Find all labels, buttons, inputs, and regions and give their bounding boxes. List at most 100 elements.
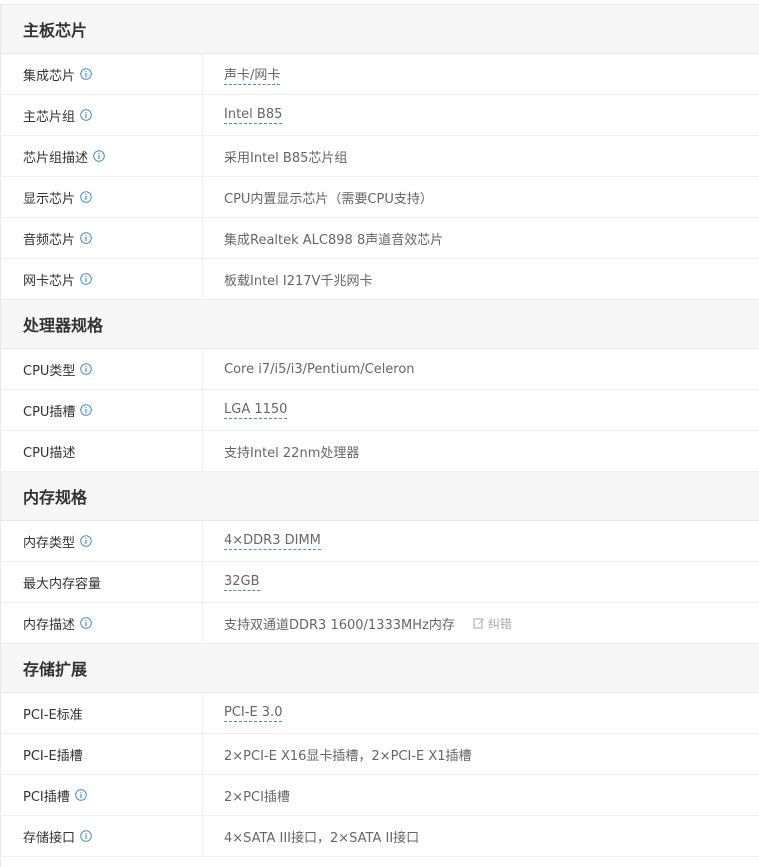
spec-row: CPU描述 支持Intel 22nm处理器	[1, 431, 759, 472]
spec-value-cell: 4×DDR3 DIMM	[203, 521, 759, 561]
spec-label: PCI-E插槽	[23, 748, 83, 764]
spec-label-cell: CPU类型	[1, 349, 203, 389]
spec-row: 内存类型 4×DDR3 DIMM	[1, 521, 759, 562]
spec-label: 存储接口	[23, 830, 76, 846]
section-header: 处理器规格	[1, 300, 759, 349]
spec-label-cell: 集成芯片	[1, 54, 203, 94]
spec-label-cell: CPU描述	[1, 431, 203, 471]
spec-row: 存储接口 4×SATA III接口，2×SATA II接口	[1, 816, 759, 857]
info-icon[interactable]	[80, 617, 92, 629]
spec-label: CPU类型	[23, 363, 76, 379]
spec-value: 采用Intel B85芯片组	[224, 150, 348, 166]
spec-value: 支持Intel 22nm处理器	[224, 445, 360, 461]
spec-label-cell: 音频芯片	[1, 218, 203, 258]
spec-row: CPU类型 Core i7/i5/i3/Pentium/Celeron	[1, 349, 759, 390]
info-icon[interactable]	[80, 273, 92, 285]
spec-value-link[interactable]: LGA 1150	[224, 402, 288, 419]
spec-label-cell: 网卡芯片	[1, 259, 203, 299]
spec-value-cell: PCI-E 3.0	[203, 693, 759, 733]
spec-row: CPU插槽 LGA 1150	[1, 390, 759, 431]
info-icon[interactable]	[80, 232, 92, 244]
spec-value-link[interactable]: 声卡/网卡	[224, 64, 281, 85]
info-icon[interactable]	[80, 404, 93, 416]
info-icon[interactable]	[80, 191, 92, 203]
spec-value-cell: 声卡/网卡	[203, 54, 759, 94]
spec-value-cell: 支持双通道DDR3 1600/1333MHz内存 纠错	[203, 603, 759, 643]
spec-value: 4×SATA III接口，2×SATA II接口	[224, 830, 420, 846]
spec-value: 支持双通道DDR3 1600/1333MHz内存	[224, 617, 455, 633]
spec-row: PCI-E插槽 2×PCI-E X16显卡插槽，2×PCI-E X1插槽	[1, 734, 759, 775]
spec-label: 音频芯片	[23, 232, 76, 248]
spec-label-cell: PCI-E插槽	[1, 734, 203, 774]
spec-row: 网卡芯片 板载Intel I217V千兆网卡	[1, 259, 759, 300]
spec-label: 内存描述	[23, 617, 76, 633]
spec-label: 显示芯片	[23, 191, 76, 207]
spec-label: 网卡芯片	[23, 273, 76, 289]
spec-value-link[interactable]: PCI-E 3.0	[224, 705, 283, 722]
spec-label-cell: 芯片组描述	[1, 136, 203, 176]
spec-value: Core i7/i5/i3/Pentium/Celeron	[224, 361, 415, 377]
spec-value-cell: Core i7/i5/i3/Pentium/Celeron	[203, 349, 759, 389]
spec-value: CPU内置显示芯片（需要CPU支持）	[224, 191, 433, 207]
info-icon[interactable]	[80, 68, 92, 80]
spec-label: 集成芯片	[23, 68, 76, 84]
spec-value: 2×PCI插槽	[224, 789, 290, 805]
section-header: 存储扩展	[1, 644, 759, 693]
spec-value-cell: CPU内置显示芯片（需要CPU支持）	[203, 177, 759, 217]
spec-label-cell: CPU插槽	[1, 390, 203, 430]
spec-label-cell: 主芯片组	[1, 95, 203, 135]
correct-error-label: 纠错	[487, 616, 512, 631]
spec-label: PCI-E标准	[23, 707, 83, 723]
section-header: 主板芯片	[1, 5, 759, 54]
spec-label: CPU描述	[23, 445, 76, 461]
spec-value-link[interactable]: 32GB	[224, 574, 260, 591]
spec-label-cell: 存储接口	[1, 816, 203, 856]
info-icon[interactable]	[80, 830, 92, 842]
spec-value-cell: 32GB	[203, 562, 759, 602]
spec-row: 内存描述 支持双通道DDR3 1600/1333MHz内存 纠错	[1, 603, 759, 644]
spec-label-cell: 显示芯片	[1, 177, 203, 217]
spec-row: 音频芯片 集成Realtek ALC898 8声道音效芯片	[1, 218, 759, 259]
spec-value-cell: 板载Intel I217V千兆网卡	[203, 259, 759, 299]
spec-value-cell: LGA 1150	[203, 390, 759, 430]
spec-label-cell: PCI-E标准	[1, 693, 203, 733]
section-header: 内存规格	[1, 472, 759, 521]
spec-label: 主芯片组	[23, 109, 76, 125]
info-icon[interactable]	[80, 363, 93, 375]
spec-value-cell: 支持Intel 22nm处理器	[203, 431, 759, 471]
spec-row: 最大内存容量 32GB	[1, 562, 759, 603]
spec-row: PCI插槽 2×PCI插槽	[1, 775, 759, 816]
spec-label: PCI插槽	[23, 789, 70, 805]
spec-label: 芯片组描述	[23, 150, 89, 166]
spec-value-cell: 2×PCI插槽	[203, 775, 759, 815]
spec-label: 最大内存容量	[23, 576, 102, 592]
spec-row: PCI-E标准 PCI-E 3.0	[1, 693, 759, 734]
spec-row: 主芯片组 Intel B85	[1, 95, 759, 136]
spec-label: 内存类型	[23, 535, 76, 551]
info-icon[interactable]	[80, 109, 92, 121]
spec-value: 板载Intel I217V千兆网卡	[224, 273, 373, 289]
spec-label: CPU插槽	[23, 404, 76, 420]
info-icon[interactable]	[74, 789, 87, 801]
spec-table: 主板芯片集成芯片 声卡/网卡主芯片组 Intel B85 芯片组描述 采用Intel B…	[0, 4, 759, 867]
spec-value-cell: Intel B85	[203, 95, 759, 135]
spec-row: 集成芯片 声卡/网卡	[1, 54, 759, 95]
correct-error-link[interactable]: 纠错	[473, 615, 512, 632]
spec-value-link[interactable]: 4×DDR3 DIMM	[224, 533, 321, 550]
spec-value-cell: 采用Intel B85芯片组	[203, 136, 759, 176]
spec-value-cell: 2×PCI-E X16显卡插槽，2×PCI-E X1插槽	[203, 734, 759, 774]
spec-label-cell: PCI插槽	[1, 775, 203, 815]
spec-value-cell: 集成Realtek ALC898 8声道音效芯片	[203, 218, 759, 258]
spec-row: 显示芯片 CPU内置显示芯片（需要CPU支持）	[1, 177, 759, 218]
spec-value-cell: 4×SATA III接口，2×SATA II接口	[203, 816, 759, 856]
edit-icon	[473, 617, 488, 629]
info-icon[interactable]	[93, 150, 105, 162]
spec-value: 2×PCI-E X16显卡插槽，2×PCI-E X1插槽	[224, 748, 472, 764]
spec-value: 集成Realtek ALC898 8声道音效芯片	[224, 232, 444, 248]
spec-label-cell: 最大内存容量	[1, 562, 203, 602]
spec-row: 芯片组描述 采用Intel B85芯片组	[1, 136, 759, 177]
spec-value-link[interactable]: Intel B85	[224, 107, 283, 124]
info-icon[interactable]	[80, 535, 92, 547]
spec-label-cell: 内存描述	[1, 603, 203, 643]
spec-label-cell: 内存类型	[1, 521, 203, 561]
